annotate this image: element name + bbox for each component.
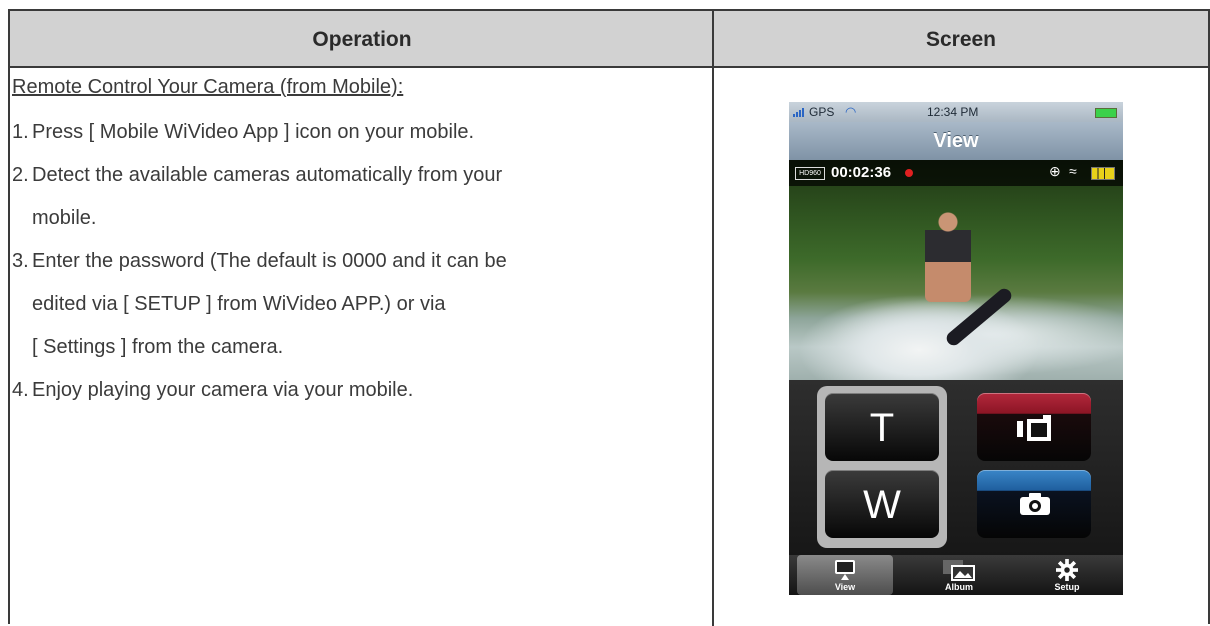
step-text: Detect the available cameras automatical… xyxy=(32,164,503,186)
album-icon xyxy=(943,560,975,581)
clock: 12:34 PM xyxy=(927,105,979,119)
recording-dot-icon xyxy=(905,169,913,177)
screen-header: Screen xyxy=(925,28,997,51)
tab-view[interactable]: View xyxy=(797,555,893,595)
tab-label: View xyxy=(834,582,856,592)
video-camera-icon xyxy=(1017,415,1051,441)
tab-setup[interactable]: Setup xyxy=(1017,555,1117,595)
camera-icon xyxy=(1020,493,1050,515)
step-text: edited via [ SETUP ] from WiVideo APP.) … xyxy=(32,293,446,315)
step-item: 4. Enjoy playing your camera via your mo… xyxy=(12,369,692,412)
step-text: mobile. xyxy=(32,207,97,229)
record-button[interactable] xyxy=(977,393,1091,461)
step-text: Enter the password (The default is 0000 … xyxy=(32,250,507,272)
step-number: 3. xyxy=(12,250,29,272)
tab-label: Setup xyxy=(1054,582,1080,592)
wakeboarder-figure xyxy=(925,212,971,302)
control-panel: T W xyxy=(789,380,1123,555)
tab-label: Album xyxy=(945,582,973,592)
zoom-icon: ⊕ xyxy=(1049,163,1061,179)
step-text: Press [ Mobile WiVideo App ] icon on you… xyxy=(32,121,475,143)
resolution-badge: HD960 xyxy=(795,167,825,180)
gear-icon xyxy=(1056,559,1078,581)
step-number: 2. xyxy=(12,164,29,186)
wifi-icon: ≈ xyxy=(1069,163,1077,179)
battery-icon xyxy=(1095,108,1117,118)
tab-album[interactable]: Album xyxy=(909,555,1009,595)
step-item: 3. Enter the password (The default is 00… xyxy=(12,240,692,369)
signal-icon xyxy=(793,108,807,117)
status-bar: GPS ◠ 12:34 PM xyxy=(789,102,1123,122)
step-number: 1. xyxy=(12,121,29,143)
osd-bar: HD960 00:02:36 ⊕ ≈ xyxy=(789,160,1123,186)
zoom-tele-button[interactable]: T xyxy=(825,393,939,461)
wifi-icon: ◠ xyxy=(845,104,857,119)
column-divider xyxy=(712,11,714,626)
section-title: Remote Control Your Camera (from Mobile)… xyxy=(12,76,404,98)
record-timer: 00:02:36 xyxy=(831,164,892,181)
monitor-icon xyxy=(835,560,855,580)
gps-label: GPS xyxy=(809,105,835,119)
phone-screenshot: GPS ◠ 12:34 PM View HD960 00:02:36 ⊕ ≈ T… xyxy=(789,102,1123,595)
step-item: 1. Press [ Mobile WiVideo App ] icon on … xyxy=(12,111,692,154)
operation-cell: Remote Control Your Camera (from Mobile)… xyxy=(12,66,692,412)
capture-button[interactable] xyxy=(977,470,1091,538)
nav-title: View xyxy=(789,122,1123,160)
live-view: HD960 00:02:36 ⊕ ≈ xyxy=(789,160,1123,380)
table-header: Operation Screen xyxy=(10,11,1208,68)
step-text: [ Settings ] from the camera. xyxy=(32,336,284,358)
step-number: 4. xyxy=(12,379,29,401)
operation-header: Operation xyxy=(312,28,412,51)
tab-bar: View Album Setup xyxy=(789,555,1123,595)
zoom-wide-button[interactable]: W xyxy=(825,470,939,538)
step-text: Enjoy playing your camera via your mobil… xyxy=(32,379,414,401)
step-item: 2. Detect the available cameras automati… xyxy=(12,154,692,240)
battery-icon xyxy=(1091,167,1115,180)
